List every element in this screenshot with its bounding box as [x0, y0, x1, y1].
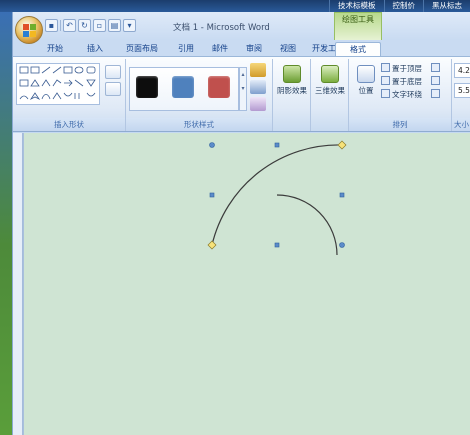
- text-wrap-button[interactable]: 文字环绕: [381, 89, 422, 101]
- document-area: [13, 133, 470, 435]
- resize-handle[interactable]: [339, 192, 345, 198]
- undo-icon[interactable]: ↶: [63, 18, 76, 32]
- resize-handle[interactable]: [209, 192, 215, 198]
- tab-home[interactable]: 开始: [35, 42, 75, 56]
- quick-access-toolbar: ▪ ↶ ↻ ▫ ▤ ▾: [45, 18, 136, 32]
- shapes-gallery[interactable]: [16, 63, 100, 105]
- group-icon: [431, 76, 440, 85]
- vertical-ruler: [13, 133, 23, 435]
- desktop-item[interactable]: 控制价: [383, 0, 424, 12]
- shape-outline-icon[interactable]: [250, 80, 266, 94]
- position-icon: [357, 65, 375, 83]
- shadow-icon: [283, 65, 301, 83]
- ribbon: 插入形状 ▴ ▾ 形状样式 阴影效果 三维效果 位置 置于顶层 置于底层 文字环…: [13, 56, 470, 132]
- document-page[interactable]: [24, 133, 470, 435]
- drawing-tools-context: 绘图工具: [334, 12, 382, 40]
- arc-shape[interactable]: [276, 194, 338, 256]
- style-swatch-blue[interactable]: [172, 76, 194, 98]
- styles-scroll[interactable]: ▴ ▾: [239, 67, 247, 111]
- shapes-gallery-icon: [19, 66, 96, 101]
- customize-qat-icon[interactable]: ▾: [123, 18, 136, 32]
- tab-references[interactable]: 引用: [169, 42, 203, 56]
- tab-view[interactable]: 视图: [271, 42, 305, 56]
- insert-shapes-group: 插入形状: [13, 59, 126, 131]
- send-back-icon: [381, 76, 390, 85]
- group-label: 大小: [452, 118, 470, 131]
- save-icon[interactable]: ▪: [45, 18, 58, 32]
- text-wrap-icon: [381, 89, 390, 98]
- three-d-effects-group: 三维效果: [311, 59, 349, 131]
- window-title: 文档 1 - Microsoft Word: [173, 23, 270, 33]
- word-window: ▪ ↶ ↻ ▫ ▤ ▾ 文档 1 - Microsoft Word 绘图工具 开…: [12, 12, 470, 435]
- desktop-item[interactable]: 技术标模板: [329, 0, 384, 12]
- send-to-back-button[interactable]: 置于底层: [381, 76, 422, 88]
- shape-fill-icon[interactable]: [250, 63, 266, 77]
- resize-handle[interactable]: [339, 242, 345, 248]
- desktop-taskbar: 技术标模板 控制价 黑从标志: [329, 0, 470, 12]
- tab-insert[interactable]: 插入: [75, 42, 115, 56]
- tab-format[interactable]: 格式: [335, 42, 381, 56]
- rotate-icon: [431, 89, 440, 98]
- ribbon-tabs: 开始 插入 页面布局 引用 邮件 审阅 视图 开发工具 格式: [13, 40, 470, 56]
- drawing-canvas: [207, 140, 347, 256]
- position-button[interactable]: 位置: [351, 65, 381, 96]
- resize-handle[interactable]: [274, 242, 280, 248]
- three-d-effects-button[interactable]: 三维效果: [315, 65, 345, 96]
- group-label: 排列: [349, 118, 451, 131]
- shadow-effects-group: 阴影效果: [273, 59, 311, 131]
- shape-height-field[interactable]: 4.22: [454, 63, 470, 78]
- style-swatch-red[interactable]: [208, 76, 230, 98]
- office-button[interactable]: [15, 16, 43, 44]
- resize-handle[interactable]: [274, 142, 280, 148]
- arrange-group: 位置 置于顶层 置于底层 文字环绕 排列: [349, 59, 452, 131]
- divider: [60, 19, 61, 31]
- style-swatch-black[interactable]: [136, 76, 158, 98]
- shadow-effects-label: 阴影效果: [277, 86, 307, 95]
- tab-review[interactable]: 审阅: [237, 42, 271, 56]
- group-button[interactable]: [431, 76, 442, 88]
- title-bar: ▪ ↶ ↻ ▫ ▤ ▾ 文档 1 - Microsoft Word 绘图工具: [13, 12, 470, 44]
- drawing-tools-label: 绘图工具: [342, 15, 374, 24]
- office-logo-icon: [23, 24, 36, 37]
- tab-page-layout[interactable]: 页面布局: [115, 42, 169, 56]
- position-label: 位置: [358, 86, 374, 95]
- shape-styles-side: [250, 63, 270, 114]
- shadow-effects-button[interactable]: 阴影效果: [277, 65, 307, 96]
- bring-to-front-button[interactable]: 置于顶层: [381, 63, 422, 75]
- desktop-wallpaper: [0, 12, 12, 435]
- insert-shapes-side: [105, 65, 125, 99]
- arc-adjust-handle[interactable]: [337, 140, 347, 150]
- shape-styles-group: ▴ ▾ 形状样式: [126, 59, 273, 131]
- print-preview-icon[interactable]: ▫: [93, 18, 106, 32]
- shape-width-field[interactable]: 5.57: [454, 83, 470, 98]
- rotate-button[interactable]: [431, 89, 442, 101]
- group-label: 插入形状: [13, 118, 125, 131]
- edit-shape-icon[interactable]: [105, 65, 121, 79]
- resize-handle[interactable]: [209, 142, 215, 148]
- document-icon[interactable]: ▤: [108, 18, 121, 32]
- three-d-effects-label: 三维效果: [315, 86, 345, 95]
- desktop-item[interactable]: 黑从标志: [423, 0, 470, 12]
- redo-icon[interactable]: ↻: [78, 18, 91, 32]
- align-icon: [431, 63, 440, 72]
- align-button[interactable]: [431, 63, 442, 75]
- bring-front-icon: [381, 63, 390, 72]
- arc-adjust-handle[interactable]: [207, 240, 217, 250]
- three-d-icon: [321, 65, 339, 83]
- group-label: 形状样式: [126, 118, 272, 131]
- change-shape-icon[interactable]: [250, 97, 266, 111]
- size-group: 4.22 5.57 大小: [452, 59, 470, 131]
- text-box-icon[interactable]: [105, 82, 121, 96]
- shape-styles-gallery[interactable]: [129, 67, 239, 111]
- tab-mailings[interactable]: 邮件: [203, 42, 237, 56]
